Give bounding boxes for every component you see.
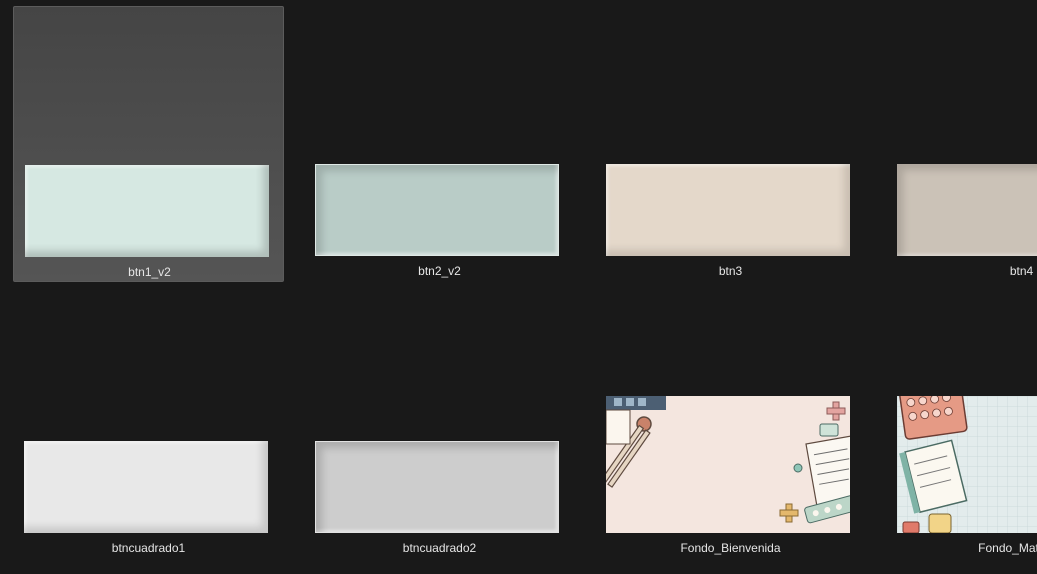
file-name: btn4 bbox=[1009, 264, 1034, 278]
file-thumbnail bbox=[315, 164, 559, 256]
file-thumbnail bbox=[606, 164, 850, 256]
file-thumbnail bbox=[897, 396, 1037, 533]
file-thumbnail bbox=[315, 441, 559, 533]
file-item-fondo-materias[interactable]: Fondo_Materias bbox=[886, 283, 1037, 559]
file-item-btn3[interactable]: btn3 bbox=[595, 6, 866, 282]
file-thumbnail bbox=[25, 165, 269, 257]
file-name: Fondo_Bienvenida bbox=[680, 541, 781, 555]
file-item-btncuadrado2[interactable]: btncuadrado2 bbox=[304, 283, 575, 559]
file-name: Fondo_Materias bbox=[978, 541, 1037, 555]
file-item-fondo-bienvenida[interactable]: Fondo_Bienvenida bbox=[595, 283, 866, 559]
file-name: btncuadrado1 bbox=[111, 541, 186, 555]
file-item-btncuadrado1[interactable]: btncuadrado1 bbox=[13, 283, 284, 559]
file-name: btn2_v2 bbox=[418, 264, 461, 278]
file-item-btn4[interactable]: btn4 bbox=[886, 6, 1037, 282]
file-item-btn1-v2[interactable]: btn1_v2 bbox=[13, 6, 284, 282]
file-thumbnail bbox=[24, 441, 268, 533]
file-name: btncuadrado2 bbox=[402, 541, 477, 555]
file-thumbnail bbox=[897, 164, 1037, 256]
file-explorer-grid: btn1_v2 btn2_v2 btn3 btn4 btncuadrado1 b… bbox=[0, 0, 1037, 574]
file-name: btn3 bbox=[718, 264, 743, 278]
file-thumbnail bbox=[606, 396, 850, 533]
file-name: btn1_v2 bbox=[128, 265, 171, 279]
school-supplies-illustration bbox=[606, 396, 850, 524]
school-supplies-illustration bbox=[897, 396, 1037, 533]
file-item-btn2-v2[interactable]: btn2_v2 bbox=[304, 6, 575, 282]
